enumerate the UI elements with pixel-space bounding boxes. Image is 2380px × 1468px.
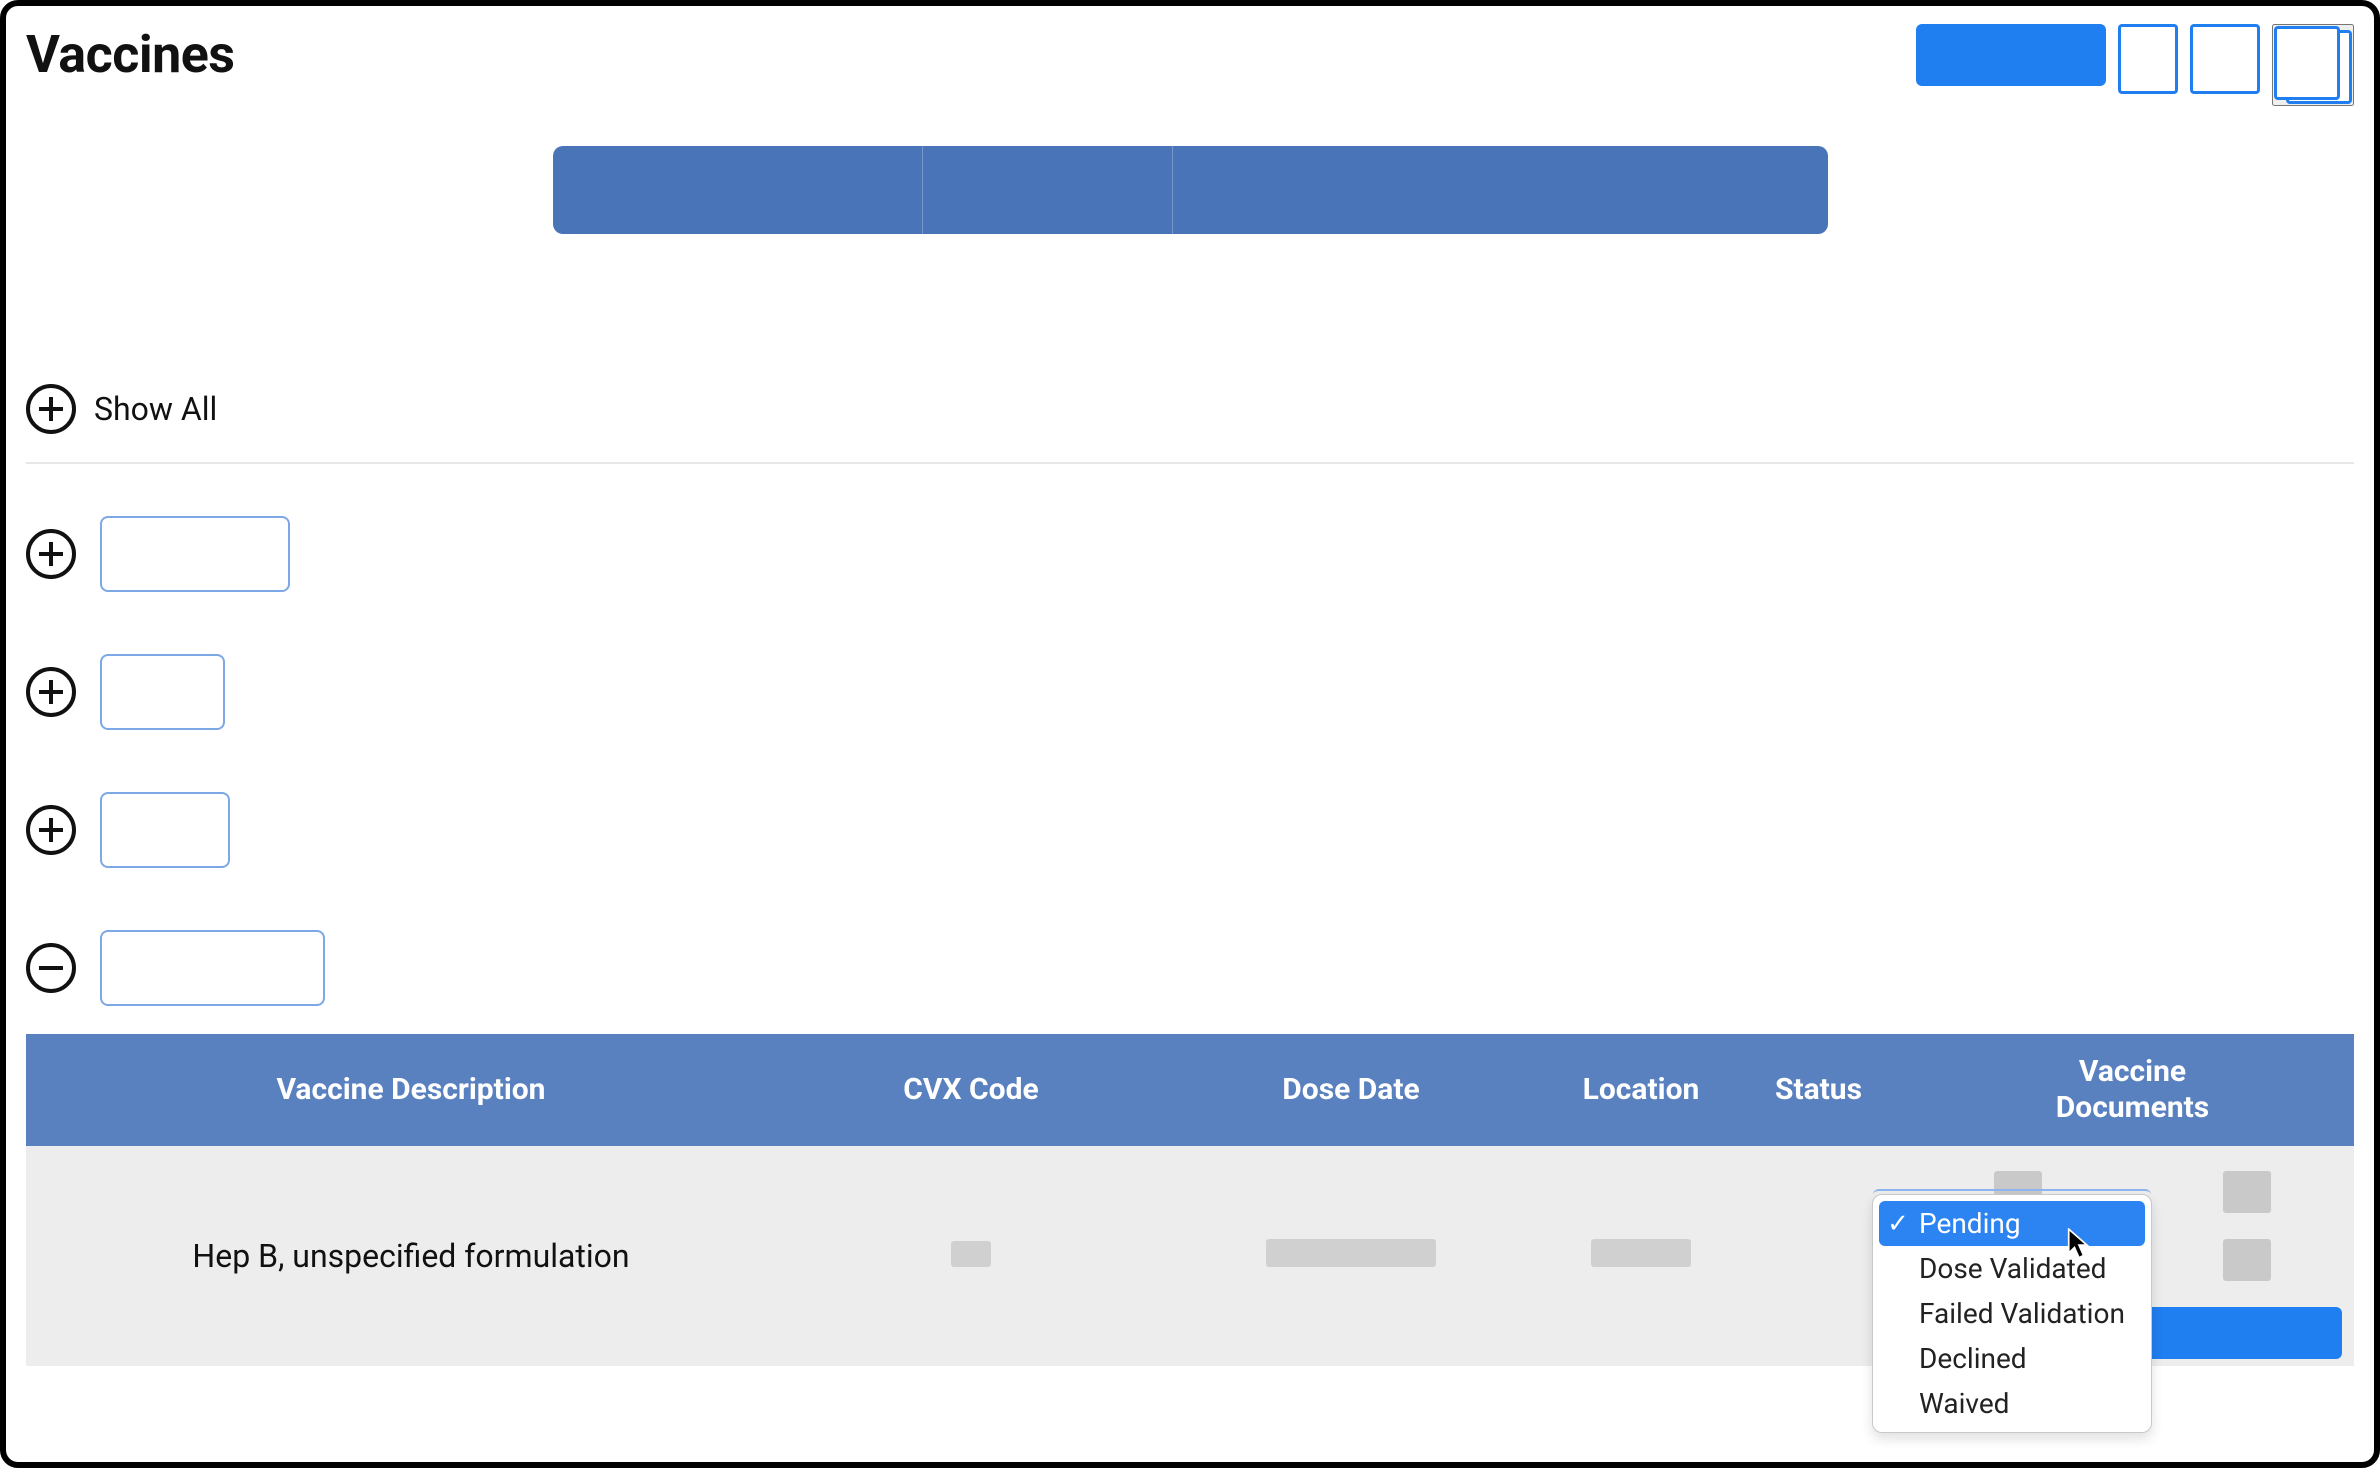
expand-row-2 xyxy=(26,654,2354,730)
expand-all-icon[interactable] xyxy=(26,384,76,434)
header-actions xyxy=(1916,24,2354,106)
col-location: Location xyxy=(1556,1034,1726,1146)
status-option-label: Waived xyxy=(1919,1387,2009,1420)
show-all-row[interactable]: Show All xyxy=(26,384,2354,464)
cell-dose-date xyxy=(1146,1146,1556,1366)
toolbar-segment-3[interactable] xyxy=(1173,146,1828,234)
collapse-icon[interactable] xyxy=(26,943,76,993)
header-action-2-button[interactable] xyxy=(2190,24,2260,94)
document-thumb[interactable] xyxy=(2223,1171,2271,1213)
expand-row-3 xyxy=(26,792,2354,868)
document-thumb[interactable] xyxy=(2223,1239,2271,1281)
cell-cvx xyxy=(796,1146,1146,1366)
status-dropdown[interactable]: ✓ Pending ✓ Dose Validated ✓ Failed Vali… xyxy=(1872,1194,2152,1433)
header-action-1-button[interactable] xyxy=(2118,24,2178,94)
status-option-label: Pending xyxy=(1919,1207,2021,1240)
col-description: Vaccine Description xyxy=(26,1034,796,1146)
status-option-label: Dose Validated xyxy=(1919,1252,2106,1285)
expand-icon[interactable] xyxy=(26,805,76,855)
vaccines-panel: Vaccines Show All xyxy=(0,0,2380,1468)
status-option-failed-validation[interactable]: ✓ Failed Validation xyxy=(1873,1291,2151,1336)
col-status: Status xyxy=(1726,1034,1911,1146)
status-option-declined[interactable]: ✓ Declined xyxy=(1873,1336,2151,1381)
placeholder xyxy=(1591,1239,1691,1267)
expand-field-3[interactable] xyxy=(100,792,230,868)
col-docs-line2: Documents xyxy=(2056,1090,2209,1125)
placeholder xyxy=(1266,1239,1436,1267)
header-copy-button[interactable] xyxy=(2272,24,2354,106)
expand-field-4[interactable] xyxy=(100,930,325,1006)
expand-row-1 xyxy=(26,516,2354,592)
status-option-waived[interactable]: ✓ Waived xyxy=(1873,1381,2151,1426)
cell-location xyxy=(1556,1146,1726,1366)
check-icon: ✓ xyxy=(1887,1209,1909,1239)
expand-icon[interactable] xyxy=(26,529,76,579)
page-title: Vaccines xyxy=(26,24,235,85)
col-vaccine-documents: Vaccine Documents xyxy=(1911,1034,2354,1146)
status-option-label: Declined xyxy=(1919,1342,2027,1375)
expand-field-2[interactable] xyxy=(100,654,225,730)
show-all-label: Show All xyxy=(94,390,217,428)
col-dose-date: Dose Date xyxy=(1146,1034,1556,1146)
expand-row-4 xyxy=(26,930,2354,1006)
table-header-row: Vaccine Description CVX Code Dose Date L… xyxy=(26,1034,2354,1146)
header: Vaccines xyxy=(26,24,2354,106)
col-docs-line1: Vaccine xyxy=(2079,1054,2186,1089)
status-option-pending[interactable]: ✓ Pending xyxy=(1879,1201,2145,1246)
cell-description: Hep B, unspecified formulation xyxy=(26,1146,796,1366)
header-primary-button[interactable] xyxy=(1916,24,2106,86)
status-option-label: Failed Validation xyxy=(1919,1297,2125,1330)
status-option-dose-validated[interactable]: ✓ Dose Validated xyxy=(1873,1246,2151,1291)
toolbar-segment-1[interactable] xyxy=(553,146,923,234)
col-cvx-code: CVX Code xyxy=(796,1034,1146,1146)
expand-field-1[interactable] xyxy=(100,516,290,592)
expand-icon[interactable] xyxy=(26,667,76,717)
placeholder xyxy=(951,1241,991,1267)
toolbar-segment-2[interactable] xyxy=(923,146,1173,234)
expand-rows xyxy=(26,516,2354,1006)
center-toolbar xyxy=(553,146,1828,234)
